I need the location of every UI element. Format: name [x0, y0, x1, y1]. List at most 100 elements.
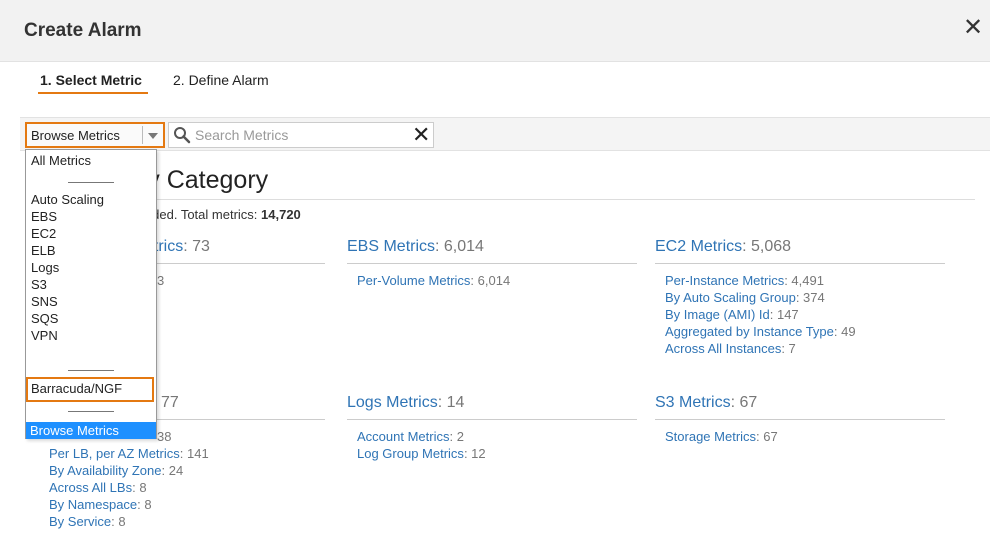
- browse-metrics-label: Browse Metrics: [31, 128, 120, 143]
- link-count: : 24: [161, 463, 184, 478]
- category-ec2: EC2 Metrics: 5,068 Per-Instance Metrics:…: [655, 238, 945, 357]
- category-link[interactable]: By Service: 8: [35, 513, 325, 530]
- category-divider: [347, 263, 637, 264]
- category-link[interactable]: Across All Instances: 7: [665, 340, 945, 357]
- category-link[interactable]: By Namespace: 8: [35, 496, 325, 513]
- link-count: : 67: [756, 429, 778, 444]
- link-label: Aggregated by Instance Type: [665, 324, 834, 339]
- clear-search-icon[interactable]: ✕: [412, 122, 430, 148]
- link-count: : 141: [179, 446, 209, 461]
- dropdown-separator: [68, 370, 114, 371]
- link-count: : 49: [833, 324, 856, 339]
- step-select-metric[interactable]: 1. Select Metric: [40, 72, 142, 88]
- category-count: : 73: [183, 238, 210, 255]
- link-label: Account Metrics: [357, 429, 450, 444]
- dropdown-item-sns[interactable]: SNS: [31, 294, 58, 309]
- dropdown-item-logs[interactable]: Logs: [31, 260, 59, 275]
- link-count: : 147: [769, 307, 799, 322]
- link-count: : 2: [449, 429, 464, 444]
- category-link[interactable]: Across All LBs: 8: [35, 479, 325, 496]
- select-divider: [142, 126, 143, 144]
- category-s3: S3 Metrics: 67 Storage Metrics: 67: [655, 394, 945, 445]
- link-label: By Service: [49, 514, 112, 529]
- category-link[interactable]: Log Group Metrics: 12: [357, 445, 637, 462]
- category-link[interactable]: Per-Instance Metrics: 4,491: [665, 272, 945, 289]
- category-link[interactable]: By Availability Zone: 24: [35, 462, 325, 479]
- category-count: : 5,068: [742, 238, 792, 255]
- category-link[interactable]: Per-Volume Metrics: 6,014: [357, 272, 637, 289]
- dropdown-separator: [68, 411, 114, 412]
- link-count: : 4,491: [784, 273, 824, 288]
- link-label: Storage Metrics: [665, 429, 757, 444]
- link-count: : 374: [795, 290, 825, 305]
- dialog-header: Create Alarm ✕: [0, 0, 990, 62]
- step-define-alarm[interactable]: 2. Define Alarm: [173, 72, 269, 88]
- browse-metrics-select[interactable]: Browse Metrics: [25, 122, 165, 148]
- browse-metrics-dropdown: All Metrics Auto Scaling EBS EC2 ELB Log…: [25, 149, 157, 439]
- link-count: : 8: [111, 514, 126, 529]
- search-icon: [173, 126, 191, 149]
- category-title[interactable]: S3 Metrics: 67: [655, 394, 945, 415]
- category-title-text: Logs Metrics: [347, 394, 438, 411]
- link-label: Log Group Metrics: [357, 446, 464, 461]
- category-logs: Logs Metrics: 14 Account Metrics: 2 Log …: [347, 394, 637, 462]
- category-title-text: EC2 Metrics: [655, 238, 743, 255]
- category-ebs: EBS Metrics: 6,014 Per-Volume Metrics: 6…: [347, 238, 637, 289]
- category-link[interactable]: Per LB, per AZ Metrics: 141: [35, 445, 325, 462]
- link-label: By Availability Zone: [49, 463, 162, 478]
- dropdown-item-ec2[interactable]: EC2: [31, 226, 56, 241]
- link-count: : 8: [137, 497, 152, 512]
- category-link[interactable]: Aggregated by Instance Type: 49: [665, 323, 945, 340]
- search-box[interactable]: ✕: [168, 122, 434, 148]
- category-divider: [347, 419, 637, 420]
- dropdown-item-sqs[interactable]: SQS: [31, 311, 58, 326]
- category-count: 77: [161, 394, 179, 411]
- link-label: Across All Instances: [665, 341, 782, 356]
- chevron-down-icon[interactable]: [148, 133, 158, 139]
- dropdown-item-auto-scaling[interactable]: Auto Scaling: [31, 192, 104, 207]
- link-count: : 8: [132, 480, 147, 495]
- link-label: By Auto Scaling Group: [665, 290, 796, 305]
- link-label: Per-Instance Metrics: [665, 273, 785, 288]
- dropdown-item-s3[interactable]: S3: [31, 277, 47, 292]
- link-label: By Image (AMI) Id: [665, 307, 770, 322]
- link-count: 3: [157, 273, 165, 288]
- category-title[interactable]: EC2 Metrics: 5,068: [655, 238, 945, 259]
- category-divider: [655, 263, 945, 264]
- link-label: By Namespace: [49, 497, 138, 512]
- category-link[interactable]: By Image (AMI) Id: 147: [665, 306, 945, 323]
- total-metrics: 14,720: [261, 207, 301, 222]
- link-label: Per-Volume Metrics: [357, 273, 471, 288]
- dropdown-item-barracuda-ngf[interactable]: Barracuda/NGF: [31, 381, 122, 396]
- category-title[interactable]: Logs Metrics: 14: [347, 394, 637, 415]
- link-count: : 12: [463, 446, 486, 461]
- category-count: : 14: [437, 394, 465, 411]
- link-count: 38: [157, 429, 172, 444]
- dropdown-item-vpn[interactable]: VPN: [31, 328, 58, 343]
- search-input[interactable]: [195, 125, 405, 145]
- link-count: : 7: [781, 341, 796, 356]
- dialog-title: Create Alarm: [24, 20, 142, 41]
- category-title[interactable]: EBS Metrics: 6,014: [347, 238, 637, 259]
- metrics-toolbar: [20, 117, 990, 151]
- category-divider: [655, 419, 945, 420]
- category-link[interactable]: 3: [157, 272, 325, 289]
- heading-divider: [25, 199, 975, 200]
- category-link[interactable]: By Auto Scaling Group: 374: [665, 289, 945, 306]
- dropdown-item-elb[interactable]: ELB: [31, 243, 56, 258]
- category-title-text: EBS Metrics: [347, 238, 436, 255]
- dropdown-item-ebs[interactable]: EBS: [31, 209, 57, 224]
- category-link[interactable]: Account Metrics: 2: [357, 428, 637, 445]
- close-icon[interactable]: ✕: [963, 16, 983, 40]
- dropdown-item-browse-metrics[interactable]: Browse Metrics: [26, 422, 156, 439]
- category-count: : 6,014: [435, 238, 484, 255]
- category-count: : 67: [730, 394, 758, 411]
- category-link[interactable]: Storage Metrics: 67: [665, 428, 945, 445]
- active-step-underline: [38, 92, 148, 94]
- link-count: : 6,014: [470, 273, 511, 288]
- link-label: Per LB, per AZ Metrics: [49, 446, 180, 461]
- dropdown-item-barracuda-highlight[interactable]: Barracuda/NGF: [26, 377, 154, 402]
- dropdown-item-all-metrics[interactable]: All Metrics: [31, 153, 91, 168]
- link-label: Across All LBs: [49, 480, 133, 495]
- category-title-text: S3 Metrics: [655, 394, 731, 411]
